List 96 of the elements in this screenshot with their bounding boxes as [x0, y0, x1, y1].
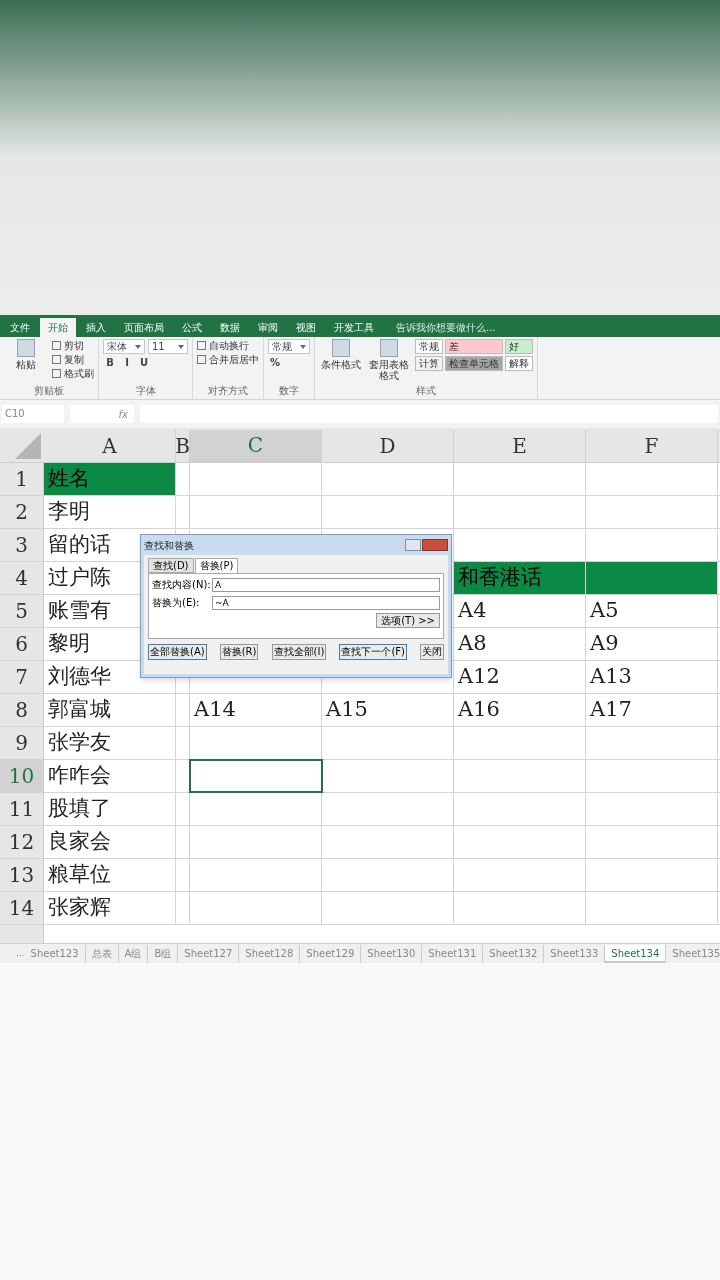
group-title: 数字 — [278, 385, 300, 397]
row-header[interactable]: 2 — [0, 496, 44, 528]
tool-icon — [380, 339, 398, 357]
cell-style[interactable]: 解释 — [505, 356, 533, 371]
dialog-button[interactable]: 全部替换(A) — [148, 644, 207, 660]
dialog-button[interactable]: 替换(R) — [219, 644, 259, 660]
formula-buttons: fx — [70, 405, 134, 423]
ribbon-tab[interactable]: 页面布局 — [116, 318, 172, 337]
tool-icon — [332, 339, 350, 357]
column-header[interactable]: F — [586, 430, 718, 462]
table-cell: A12 — [454, 661, 586, 693]
dropdown-field[interactable]: 宋体 — [103, 339, 145, 354]
ribbon-button[interactable]: 复制 — [52, 353, 84, 366]
group-title: 样式 — [415, 385, 437, 397]
table-cell: 姓名 — [44, 463, 176, 495]
table-cell: A16 — [454, 694, 586, 726]
table-cell: A14 — [190, 694, 322, 726]
row-header[interactable]: 1 — [0, 463, 44, 495]
column-header[interactable]: E — [454, 430, 586, 462]
table-cell: 和香港话 — [454, 562, 586, 594]
sheet-tab[interactable]: Sheet134 — [605, 944, 667, 963]
ribbon-tab[interactable]: 审阅 — [250, 318, 286, 337]
input-field[interactable]: ~A — [212, 595, 440, 610]
ribbon-tab[interactable]: 插入 — [78, 318, 114, 337]
table-cell: 张学友 — [44, 727, 176, 759]
dialog-button[interactable]: 关闭 — [420, 644, 444, 660]
table-cell: A4 — [454, 595, 586, 627]
cell-style[interactable]: 差 — [445, 339, 503, 354]
caret-icon — [300, 344, 306, 349]
input-field[interactable]: A — [212, 577, 440, 592]
cell-style[interactable]: 常规 — [415, 339, 443, 354]
table-cell: 良家会 — [44, 826, 176, 858]
table-cell: 李明 — [44, 496, 176, 528]
dialog-tab[interactable]: 替换(P) — [194, 558, 239, 573]
row-header[interactable]: 3 — [0, 529, 44, 561]
table-cell: A17 — [586, 694, 718, 726]
ribbon-tab[interactable]: 数据 — [212, 318, 248, 337]
table-cell: A8 — [454, 628, 586, 660]
table-cell: 咋咋会 — [44, 760, 176, 792]
ribbon-big-button[interactable]: 条件格式 — [319, 339, 363, 385]
ribbon-tab[interactable]: 开发工具 — [326, 318, 382, 337]
caret-icon — [178, 344, 184, 349]
caret-icon — [135, 344, 141, 349]
tool-icon — [17, 339, 35, 357]
ribbon-button[interactable]: 格式刷 — [52, 367, 94, 380]
table-cell: A13 — [586, 661, 718, 693]
ribbon-tab[interactable]: 公式 — [174, 318, 210, 337]
table-cell: A5 — [586, 595, 718, 627]
help-icon[interactable] — [405, 539, 421, 551]
cell-style[interactable]: 好 — [505, 339, 533, 354]
table-cell: A15 — [322, 694, 454, 726]
row-header[interactable]: 9 — [0, 727, 44, 759]
row-header[interactable]: 13 — [0, 859, 44, 891]
dropdown-field[interactable]: 11 — [148, 339, 188, 354]
group-title: 剪贴板 — [33, 385, 65, 397]
table-cell: A9 — [586, 628, 718, 660]
ribbon-button[interactable]: 剪切 — [52, 339, 84, 352]
options-button[interactable]: 选项(T) >> — [376, 613, 440, 628]
ribbon-button[interactable]: 合并后居中 — [197, 353, 259, 366]
close-icon[interactable] — [422, 539, 448, 551]
row-header[interactable]: 5 — [0, 595, 44, 627]
ribbon-tab[interactable]: 文件 — [2, 318, 38, 337]
dropdown-field[interactable]: 常规 — [268, 339, 310, 354]
row-header[interactable]: 8 — [0, 694, 44, 726]
table-cell: 股填了 — [44, 793, 176, 825]
row-header[interactable]: 12 — [0, 826, 44, 858]
row-header[interactable]: 10 — [0, 760, 44, 792]
format-button[interactable]: U — [137, 355, 151, 370]
cell-style[interactable]: 检查单元格 — [445, 356, 503, 371]
ribbon-button[interactable]: 自动换行 — [197, 339, 249, 352]
column-header[interactable]: C — [190, 430, 322, 462]
row-header[interactable]: 11 — [0, 793, 44, 825]
ribbon-tab[interactable]: 视图 — [288, 318, 324, 337]
dialog-button[interactable]: 查找全部(I) — [271, 644, 327, 660]
column-header[interactable]: A — [44, 430, 176, 462]
table-cell: 粮草位 — [44, 859, 176, 891]
cell-style[interactable]: 计算 — [415, 356, 443, 371]
ribbon-big-button[interactable]: 套用表格格式 — [367, 339, 411, 385]
ribbon-tab[interactable]: 开始 — [40, 318, 76, 337]
table-cell: 张家辉 — [44, 892, 176, 924]
format-button[interactable]: B — [103, 355, 117, 370]
ribbon-big-button[interactable]: 粘贴 — [4, 339, 48, 385]
group-title: 对齐方式 — [207, 385, 249, 397]
column-header[interactable]: D — [322, 430, 454, 462]
row-header[interactable]: 7 — [0, 661, 44, 693]
format-button[interactable]: % — [268, 355, 282, 370]
tell-me-field[interactable]: 告诉我你想要做什么... — [396, 318, 496, 337]
dialog-tab[interactable]: 查找(D) — [148, 558, 194, 573]
table-cell: 郭富城 — [44, 694, 176, 726]
name-box[interactable]: C10 — [2, 405, 64, 423]
row-header[interactable]: 4 — [0, 562, 44, 594]
dialog-button[interactable]: 查找下一个(F) — [339, 644, 407, 660]
format-button[interactable]: I — [120, 355, 134, 370]
row-header[interactable]: 14 — [0, 892, 44, 924]
group-title: 字体 — [134, 385, 157, 397]
row-header[interactable]: 6 — [0, 628, 44, 660]
